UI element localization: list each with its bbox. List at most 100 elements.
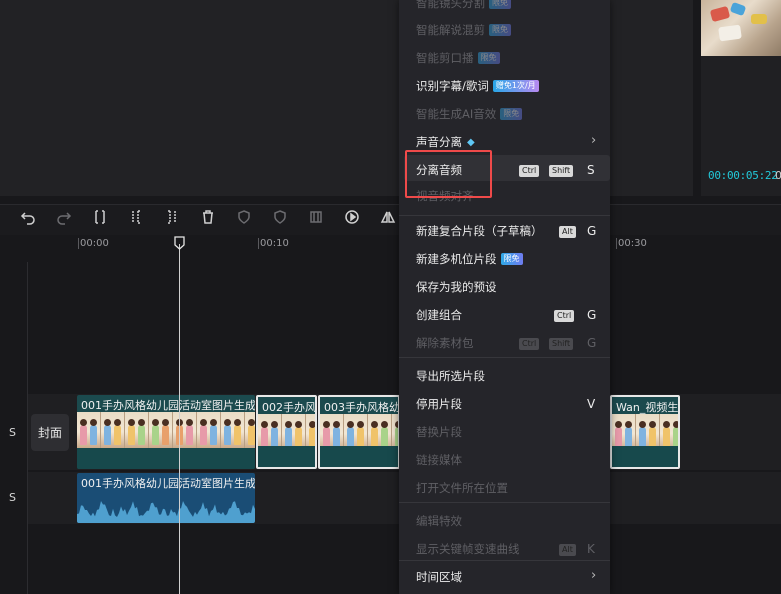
clip-audio-strip [77, 448, 255, 469]
video-clip-1[interactable]: 001手办风格幼儿园活动室图片生成.mp4 [77, 395, 255, 469]
figure-in-frame [80, 419, 87, 445]
clip-frame-thumbnail [320, 414, 344, 450]
menu-item[interactable]: 保存为我的预设 [416, 279, 497, 295]
split-right-icon[interactable] [162, 207, 182, 227]
clip-frame-thumbnail [149, 412, 173, 448]
video-clip-2[interactable]: 002手办风格 [256, 395, 317, 469]
menu-item[interactable]: 智能剪口播 限免 [416, 50, 500, 66]
shortcut-modifier: Shift [549, 165, 574, 177]
audio-waveform [77, 501, 255, 523]
menu-item-label: 编辑特效 [416, 514, 462, 528]
clip-frame-thumbnail [612, 414, 636, 450]
ruler-label-0: 00:00 [80, 238, 109, 249]
clip-label: Wan_视频生成 [616, 401, 679, 414]
menu-item[interactable]: 创建组合 [416, 307, 462, 323]
playhead-handle[interactable] [174, 236, 185, 250]
split-icon[interactable] [90, 207, 110, 227]
menu-separator [399, 357, 610, 358]
shield-icon[interactable] [270, 207, 290, 227]
menu-item[interactable]: 新建复合片段（子草稿） [416, 223, 543, 239]
menu-item[interactable]: 打开文件所在位置 [416, 480, 508, 496]
redo-icon[interactable] [54, 207, 74, 227]
clip-audio-strip [320, 446, 398, 467]
shortcut-key: S [587, 163, 595, 177]
clip-frame-thumbnail [221, 412, 245, 448]
chevron-right-icon: › [591, 568, 597, 583]
figure-in-frame [309, 421, 315, 447]
shield-check-icon[interactable] [234, 207, 254, 227]
figure-in-frame [186, 419, 193, 445]
split-left-icon[interactable] [126, 207, 146, 227]
menu-item-label: 声音分离 [416, 135, 462, 149]
video-clip-4[interactable]: Wan_视频生成 [610, 395, 680, 469]
clip-frame-thumbnail [306, 414, 315, 450]
clip-frame-thumbnail [344, 414, 368, 450]
menu-item[interactable]: 显示关键帧变速曲线 [416, 541, 520, 557]
menu-item[interactable]: 停用片段 [416, 396, 462, 412]
menu-item-label: 打开文件所在位置 [416, 481, 508, 495]
undo-icon[interactable] [18, 207, 38, 227]
play-circle-icon[interactable] [342, 207, 362, 227]
menu-item[interactable]: 智能生成AI音效 限免 [416, 106, 523, 122]
shortcut-key: G [587, 224, 597, 238]
freeze-frame-icon[interactable] [306, 207, 326, 227]
figure-in-frame [210, 419, 217, 445]
menu-item[interactable]: 声音分离 ◆ [416, 134, 475, 150]
menu-item[interactable]: 智能解说混剪 限免 [416, 22, 511, 38]
shortcut-modifier: Alt [559, 544, 576, 556]
menu-item-label: 智能镜头分割 [416, 0, 485, 10]
clip-label: 001手办风格幼儿园活动室图片生成.mp4 [81, 399, 255, 412]
menu-separator [399, 215, 610, 216]
clip-label: 002手办风格 [262, 401, 316, 414]
audio-clip[interactable]: 001手办风格幼儿园活动室图片生成 [77, 473, 255, 523]
figure-in-frame [271, 421, 278, 447]
shortcut-modifier: Ctrl [519, 338, 540, 350]
menu-item[interactable]: 链接媒体 [416, 452, 462, 468]
shortcut-modifier: Alt [559, 226, 576, 238]
clip-frames [320, 414, 398, 450]
menu-item[interactable]: 新建多机位片段 限免 [416, 251, 523, 267]
menu-item[interactable]: 编辑特效 [416, 513, 462, 529]
figure-in-frame [104, 419, 111, 445]
menu-item[interactable]: 解除素材包 [416, 335, 474, 351]
figure-in-frame [128, 419, 135, 445]
clip-frame-thumbnail [197, 412, 221, 448]
figure-in-frame [162, 419, 169, 445]
shortcut-key: G [587, 336, 597, 350]
menu-item-label: 智能剪口播 [416, 51, 474, 65]
clip-audio-strip [612, 446, 678, 467]
menu-item[interactable]: 智能镜头分割 限免 [416, 0, 511, 11]
shortcut-modifier: Ctrl [519, 165, 540, 177]
audio-track-label: S [9, 491, 16, 504]
menu-item-label: 创建组合 [416, 308, 462, 322]
figure-in-frame [261, 421, 268, 447]
figure-in-frame [323, 421, 330, 447]
ruler-tick [616, 238, 617, 249]
free-badge: 限免 [500, 108, 523, 120]
clip-frames [258, 414, 315, 450]
preview-thumbnail[interactable] [701, 0, 781, 56]
ruler-label-10: 00:10 [260, 238, 289, 249]
clip-frame-thumbnail [101, 412, 125, 448]
waveform-shape [77, 501, 255, 523]
menu-separator [399, 502, 610, 503]
highlight-annotation-box [405, 150, 492, 198]
cover-button[interactable]: 封面 [31, 414, 69, 451]
figure-in-frame [625, 421, 632, 447]
shortcut-modifier: Ctrl [554, 310, 575, 322]
menu-item[interactable]: 时间区域 [416, 569, 462, 585]
clip-frames [77, 412, 255, 448]
mirror-icon[interactable] [378, 207, 398, 227]
menu-item[interactable]: 识别字幕/歌词 赠免1次/月 [416, 78, 539, 94]
menu-item[interactable]: 导出所选片段 [416, 368, 485, 384]
video-clip-3[interactable]: 003手办风格幼儿园活动 [318, 395, 400, 469]
menu-item-label: 智能解说混剪 [416, 23, 485, 37]
figure-in-frame [90, 419, 97, 445]
playhead-line [179, 244, 180, 594]
delete-icon[interactable] [198, 207, 218, 227]
menu-item-label: 链接媒体 [416, 453, 462, 467]
menu-item[interactable]: 替换片段 [416, 424, 462, 440]
menu-item-label: 智能生成AI音效 [416, 107, 497, 121]
figure-in-frame [381, 421, 388, 447]
menu-item-label: 识别字幕/歌词 [416, 79, 489, 93]
